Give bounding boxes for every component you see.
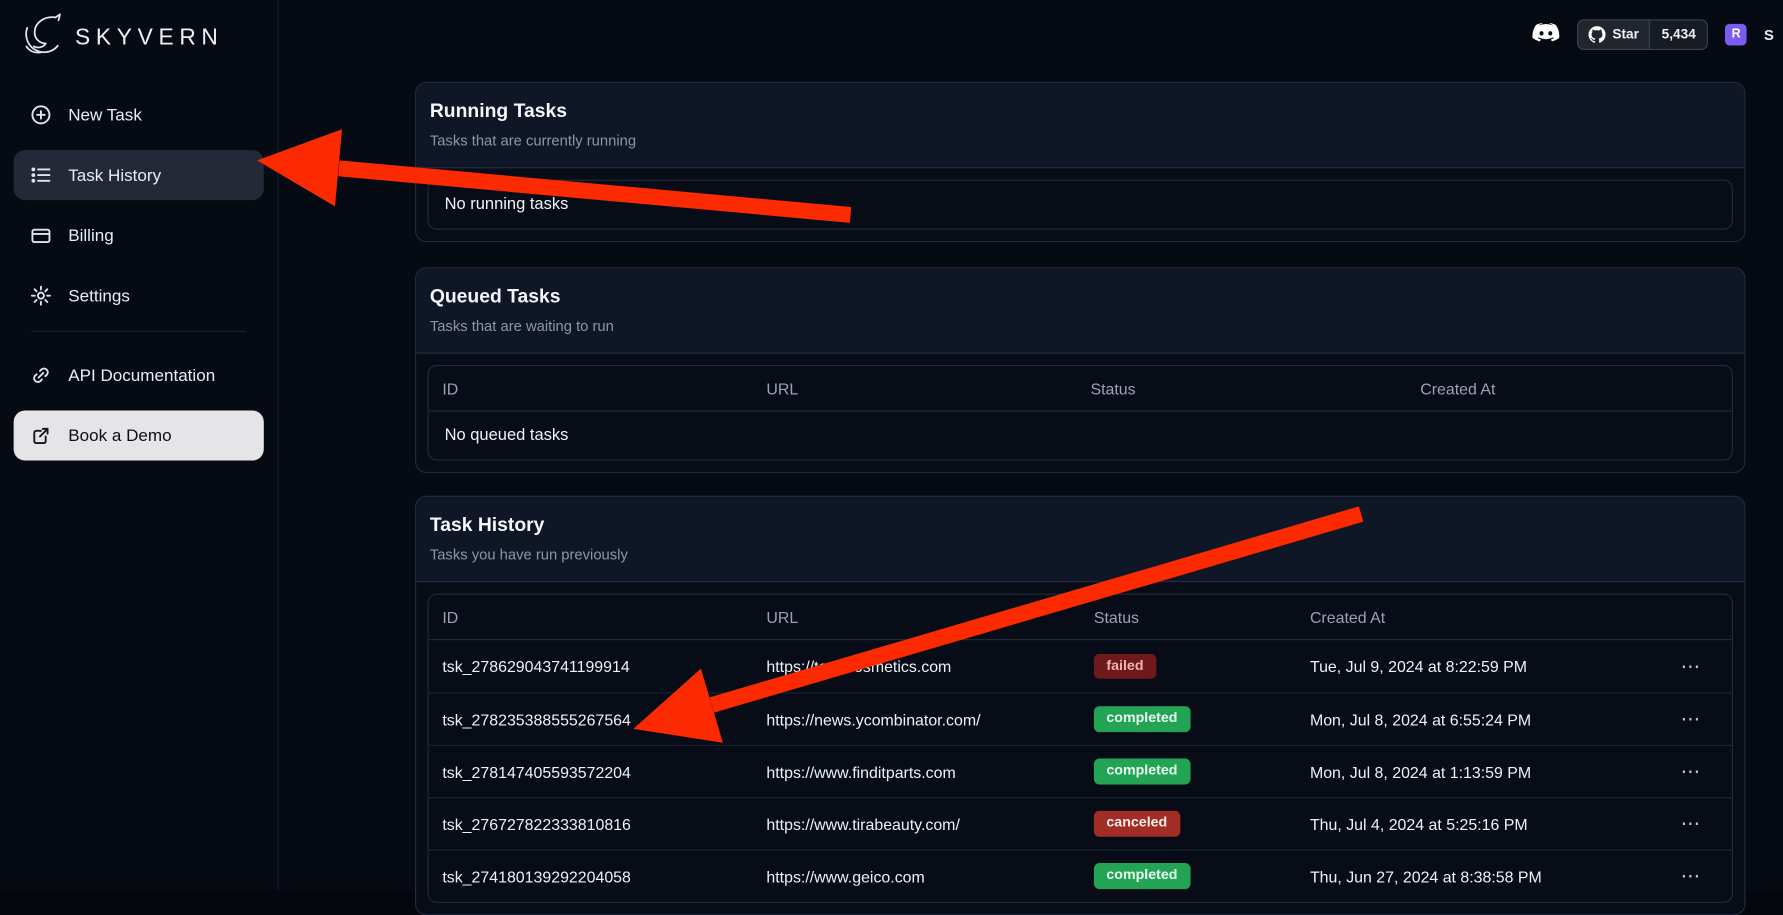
github-star-label: Star [1612,26,1639,42]
queued-tasks-header: Queued Tasks Tasks that are waiting to r… [416,268,1744,353]
github-star-left: Star [1578,20,1649,48]
task-created-at: Thu, Jun 27, 2024 at 8:38:58 PM [1296,867,1649,885]
credit-card-icon [30,224,53,247]
sidebar-item-settings[interactable]: Settings [14,271,264,321]
sidebar-divider [32,331,246,332]
task-history-header: Task History Tasks you have run previous… [416,497,1744,582]
table-row[interactable]: tsk_278629043741199914 https://tartecosm… [429,640,1732,692]
list-icon [30,164,53,187]
task-id: tsk_278235388555267564 [429,710,753,728]
status-badge: failed [1094,653,1156,679]
card-subtitle: Tasks that are currently running [430,132,1731,149]
github-icon [1588,26,1605,43]
status-cell: completed [1080,706,1296,732]
card-title: Queued Tasks [430,285,1731,308]
column-header-url: URL [753,608,1080,626]
cards-column: Running Tasks Tasks that are currently r… [415,82,1745,915]
sidebar: SKYVERN New Task Task History [0,0,279,890]
task-url: https://news.ycombinator.com/ [753,710,1080,728]
column-header-url: URL [753,379,1077,397]
card-title: Running Tasks [430,100,1731,123]
brand-header[interactable]: SKYVERN [0,0,277,72]
table-header-row: ID URL Status Created At [429,595,1732,640]
row-menu-button[interactable]: ⋯ [1674,760,1707,784]
brand-name: SKYVERN [75,25,223,51]
column-header-id: ID [429,379,753,397]
card-title: Task History [430,514,1731,537]
task-id: tsk_274180139292204058 [429,867,753,885]
sidebar-item-api-documentation[interactable]: API Documentation [14,350,264,400]
empty-state: No running tasks [429,181,1732,229]
task-created-at: Mon, Jul 8, 2024 at 1:13:59 PM [1296,762,1649,780]
status-badge: canceled [1094,811,1180,837]
table-row[interactable]: tsk_276727822333810816 https://www.tirab… [429,797,1732,849]
skyvern-dragon-logo-icon [18,11,66,64]
task-url: https://www.finditparts.com [753,762,1080,780]
task-url: https://www.tirabeauty.com/ [753,815,1080,833]
user-name-clipped[interactable]: S [1764,26,1774,43]
card-subtitle: Tasks that are waiting to run [430,317,1731,334]
main-content: Star 5,434 R S Running Tasks Tasks that … [279,0,1783,890]
discord-icon[interactable] [1532,23,1560,46]
github-star-count: 5,434 [1649,20,1707,48]
plus-circle-icon [30,103,53,126]
task-url: https://www.geico.com [753,867,1080,885]
queued-tasks-table: ID URL Status Created At No queued tasks [428,365,1733,461]
table-row[interactable]: tsk_278235388555267564 https://news.ycom… [429,692,1732,744]
status-badge: completed [1094,863,1190,889]
sidebar-item-label: Billing [68,226,114,245]
row-menu-button[interactable]: ⋯ [1674,654,1707,678]
row-menu-button[interactable]: ⋯ [1674,812,1707,836]
empty-state: No queued tasks [429,412,1732,460]
task-history-card: Task History Tasks you have run previous… [415,496,1745,915]
running-tasks-header: Running Tasks Tasks that are currently r… [416,83,1744,168]
queued-tasks-card: Queued Tasks Tasks that are waiting to r… [415,267,1745,473]
status-cell: completed [1080,759,1296,785]
github-star-button[interactable]: Star 5,434 [1577,19,1708,50]
task-created-at: Thu, Jul 4, 2024 at 5:25:16 PM [1296,815,1649,833]
table-row[interactable]: tsk_274180139292204058 https://www.geico… [429,849,1732,901]
status-cell: failed [1080,653,1296,679]
link-icon [30,364,53,387]
gear-icon [30,284,53,307]
status-badge: completed [1094,706,1190,732]
task-history-table: ID URL Status Created At tsk_27862904374… [428,594,1733,903]
sidebar-nav: New Task Task History Billing [0,72,277,461]
column-header-created-at: Created At [1407,379,1732,397]
running-tasks-card: Running Tasks Tasks that are currently r… [415,82,1745,242]
sidebar-item-task-history[interactable]: Task History [14,150,264,200]
sidebar-item-label: Task History [68,165,161,184]
table-row[interactable]: tsk_278147405593572204 https://www.findi… [429,745,1732,797]
status-badge: completed [1094,759,1190,785]
row-menu-button[interactable]: ⋯ [1674,864,1707,888]
table-header-row: ID URL Status Created At [429,366,1732,411]
sidebar-item-label: Book a Demo [68,426,171,445]
external-link-icon [30,424,53,447]
task-created-at: Mon, Jul 8, 2024 at 6:55:24 PM [1296,710,1649,728]
column-header-created-at: Created At [1296,608,1649,626]
sidebar-item-label: API Documentation [68,366,215,385]
sidebar-item-new-task[interactable]: New Task [14,90,264,140]
sidebar-item-label: Settings [68,286,130,305]
sidebar-item-billing[interactable]: Billing [14,210,264,260]
column-header-id: ID [429,608,753,626]
running-tasks-table: No running tasks [428,180,1733,230]
column-header-status: Status [1080,608,1296,626]
row-menu-button[interactable]: ⋯ [1674,707,1707,731]
sidebar-item-book-a-demo[interactable]: Book a Demo [14,410,264,460]
sidebar-item-label: New Task [68,105,142,124]
task-id: tsk_278629043741199914 [429,657,753,675]
column-header-status: Status [1077,379,1407,397]
task-url: https://tartecosmetics.com [753,657,1080,675]
status-cell: completed [1080,863,1296,889]
task-id: tsk_278147405593572204 [429,762,753,780]
status-cell: canceled [1080,811,1296,837]
task-id: tsk_276727822333810816 [429,815,753,833]
card-subtitle: Tasks you have run previously [430,546,1731,563]
user-avatar[interactable]: R [1725,23,1747,45]
app-window: SKYVERN New Task Task History [0,0,1783,890]
task-created-at: Tue, Jul 9, 2024 at 8:22:59 PM [1296,657,1649,675]
topbar-actions: Star 5,434 R S [1532,17,1774,51]
